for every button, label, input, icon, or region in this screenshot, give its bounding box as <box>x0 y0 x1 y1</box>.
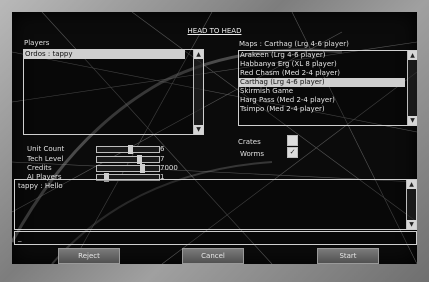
chat-input-value: _ <box>18 234 22 242</box>
scroll-down-icon[interactable]: ▼ <box>408 116 417 125</box>
slider-thumb[interactable] <box>137 155 142 164</box>
players-scrollbar[interactable]: ▲ ▼ <box>193 50 203 134</box>
maps-scrollbar[interactable]: ▲ ▼ <box>407 51 417 125</box>
cancel-button[interactable]: Cancel <box>182 248 244 264</box>
setting-slider[interactable] <box>96 145 160 154</box>
crates-label: Crates <box>238 138 261 146</box>
maps-label: Maps : Carthag (Lrg 4-6 player) <box>239 40 349 48</box>
map-row[interactable]: Skirmish Game <box>239 87 405 96</box>
lobby-screen: HEAD TO HEAD Players Ordos : tappy ▲ ▼ M… <box>12 12 417 264</box>
slider-thumb[interactable] <box>140 164 145 173</box>
scroll-down-icon[interactable]: ▼ <box>407 220 416 229</box>
start-button[interactable]: Start <box>317 248 379 264</box>
slider-thumb[interactable] <box>128 145 133 154</box>
setting-value: 7000 <box>160 164 178 172</box>
chat-message: tappy : Hello <box>18 182 63 190</box>
reject-button[interactable]: Reject <box>58 248 120 264</box>
worms-checkbox[interactable]: ✓ <box>287 147 298 158</box>
setting-label: Unit Count <box>27 145 65 153</box>
setting-slider[interactable] <box>96 164 160 173</box>
screen-title: HEAD TO HEAD <box>187 27 242 35</box>
scroll-up-icon[interactable]: ▲ <box>194 50 203 59</box>
check-icon: ✓ <box>289 148 296 156</box>
crates-checkbox[interactable] <box>287 135 298 146</box>
scroll-down-icon[interactable]: ▼ <box>194 125 203 134</box>
scroll-up-icon[interactable]: ▲ <box>408 51 417 60</box>
maps-list[interactable]: Arakeen (Lrg 4-6 player) Habbanya Erg (XL… <box>238 50 417 126</box>
player-row[interactable]: Ordos : tappy <box>24 50 185 59</box>
setting-label: Credits <box>27 164 52 172</box>
chat-input[interactable]: _ <box>14 231 417 245</box>
players-list[interactable]: Ordos : tappy ▲ ▼ <box>23 49 204 135</box>
map-row[interactable]: Tsimpo (Med 2-4 player) <box>239 105 405 114</box>
setting-label: Tech Level <box>27 155 64 163</box>
chat-scrollbar[interactable]: ▲ ▼ <box>406 180 416 229</box>
setting-value: 6 <box>160 145 165 153</box>
map-row[interactable]: Harg Pass (Med 2-4 player) <box>239 96 405 105</box>
chat-log: tappy : Hello ▲ ▼ <box>14 179 417 230</box>
worms-label: Worms <box>240 150 265 158</box>
setting-value: 7 <box>160 155 165 163</box>
scroll-up-icon[interactable]: ▲ <box>407 180 416 189</box>
map-row[interactable]: Arakeen (Lrg 4-6 player) <box>239 51 405 60</box>
map-row[interactable]: Habbanya Erg (XL 8 player) <box>239 60 405 69</box>
players-label: Players <box>24 39 50 47</box>
map-row[interactable]: Red Chasm (Med 2-4 player) <box>239 69 405 78</box>
map-row[interactable]: Carthag (Lrg 4-6 player) <box>239 78 405 87</box>
setting-slider[interactable] <box>96 155 160 164</box>
